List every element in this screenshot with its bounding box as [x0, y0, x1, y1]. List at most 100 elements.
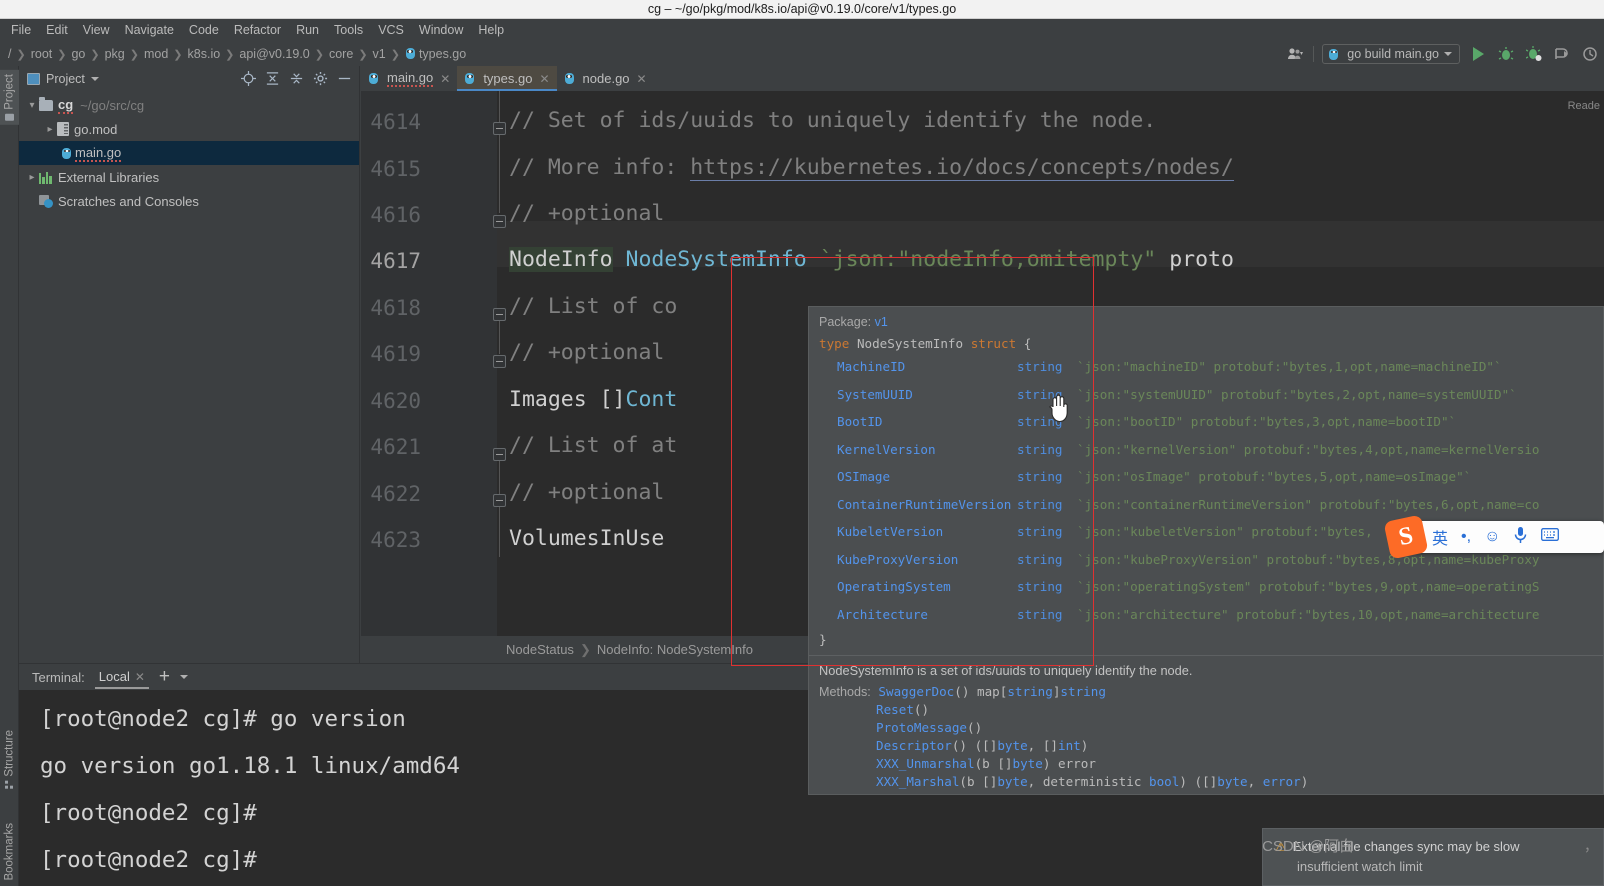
ime-voice-icon[interactable]: [1513, 526, 1528, 549]
breadcrumb-item-core[interactable]: core: [325, 46, 357, 62]
menu-file[interactable]: File: [4, 20, 38, 41]
doc-field-name: ContainerRuntimeVersion: [837, 496, 1012, 512]
run-coverage-icon[interactable]: [1524, 44, 1544, 64]
expand-all-icon[interactable]: [263, 70, 281, 88]
chevron-down-icon[interactable]: ▾: [25, 100, 39, 111]
run-config-label: go build main.go: [1347, 47, 1439, 61]
run-configuration-selector[interactable]: go build main.go: [1322, 44, 1460, 64]
close-icon[interactable]: ✕: [637, 72, 647, 86]
updates-icon[interactable]: [1580, 44, 1600, 64]
menu-window[interactable]: Window: [412, 20, 470, 41]
tool-tab-structure[interactable]: Structure: [0, 730, 19, 789]
editor-gutter[interactable]: 4614 4615 4616 4617 4618 4619 4620 4621 …: [361, 91, 506, 636]
close-icon[interactable]: ✕: [135, 670, 145, 684]
chevron-down-icon[interactable]: [180, 675, 188, 679]
ime-logo-label: S: [1396, 521, 1416, 552]
doc-signature-struct: struct: [970, 336, 1017, 351]
code-line-4615: // More info: https://kubernetes.io/docs…: [509, 155, 1234, 181]
doc-field-tag: `json:"kubeletVersion" protobuf:"bytes,: [1077, 524, 1373, 539]
doc-package-line: Package: v1: [809, 307, 1603, 333]
doc-description: NodeSystemInfo is a set of ids/uuids to …: [819, 663, 1193, 678]
doc-method-row: XXX_Unmarshal(b []byte) error: [819, 755, 1603, 773]
tab-types-go[interactable]: types.go ✕: [457, 66, 557, 91]
breadcrumb-root[interactable]: /: [4, 46, 15, 62]
code-tag-rest: :"nodeInfo,omitempty": [884, 247, 1157, 272]
doc-method-name[interactable]: XXX_Marshal: [876, 774, 959, 789]
code-line-4623: VolumesInUse: [509, 526, 665, 551]
user-avatar-icon[interactable]: [1285, 44, 1305, 64]
tree-node-go-mod[interactable]: ▸ go.mod: [19, 117, 359, 141]
ime-toolbar[interactable]: S 英 •, ☺: [1383, 514, 1604, 560]
menu-run[interactable]: Run: [289, 20, 326, 41]
tool-tab-project[interactable]: Project: [0, 70, 19, 125]
ime-keyboard-icon[interactable]: [1541, 528, 1560, 546]
chevron-right-icon[interactable]: ▸: [43, 124, 57, 135]
breadcrumb-item-v1[interactable]: v1: [369, 46, 390, 62]
doc-method-sig: (b []byte) error: [974, 756, 1096, 771]
chevron-right-icon: ❯: [358, 48, 368, 61]
doc-method-row: ProtoMessage(): [819, 719, 1603, 737]
menu-help[interactable]: Help: [471, 20, 511, 41]
tab-main-go[interactable]: main.go ✕: [361, 66, 457, 91]
code-line-4617: NodeInfo NodeSystemInfo `json:"nodeInfo,…: [509, 247, 1234, 272]
chevron-right-icon: ❯: [314, 48, 324, 61]
doc-method-name[interactable]: Reset: [876, 702, 914, 717]
terminal-tab-label: Local: [98, 668, 130, 684]
doc-package-name[interactable]: v1: [875, 315, 888, 329]
breadcrumb-item-go[interactable]: go: [67, 46, 89, 62]
tool-tab-bookmarks[interactable]: Bookmarks: [0, 823, 19, 881]
menu-edit[interactable]: Edit: [39, 20, 75, 41]
breadcrumb-item-k8sio[interactable]: k8s.io: [184, 46, 225, 62]
menu-view[interactable]: View: [76, 20, 117, 41]
breadcrumb-item-mod[interactable]: mod: [140, 46, 172, 62]
line-number: 4616: [370, 203, 421, 227]
chevron-right-icon[interactable]: ▸: [25, 172, 39, 183]
toolbar-divider: [1313, 46, 1315, 62]
menu-navigate[interactable]: Navigate: [118, 20, 181, 41]
close-icon[interactable]: ✕: [539, 72, 549, 86]
go-file-icon: [61, 147, 72, 160]
tool-tab-bookmarks-label: Bookmarks: [3, 823, 16, 881]
doc-field-row: BootID string `json:"bootID" protobuf:"byt…: [809, 408, 1603, 436]
ime-punctuation-icon[interactable]: •,: [1461, 528, 1471, 546]
editor-breadcrumb-nodeinfo[interactable]: NodeInfo: NodeSystemInfo: [597, 642, 753, 657]
watermark-comma: ，: [1584, 838, 1598, 854]
locate-icon[interactable]: [239, 70, 257, 88]
doc-method-name[interactable]: XXX_Unmarshal: [876, 756, 975, 771]
menu-tools[interactable]: Tools: [327, 20, 370, 41]
tree-node-scratches[interactable]: Scratches and Consoles: [19, 189, 359, 213]
ime-emoji-icon[interactable]: ☺: [1484, 528, 1500, 546]
doc-method-name[interactable]: Descriptor: [876, 738, 952, 753]
debug-icon[interactable]: [1496, 44, 1516, 64]
collapse-all-icon[interactable]: [287, 70, 305, 88]
stop-icon[interactable]: [1552, 44, 1572, 64]
tree-node-cg[interactable]: ▾ cg ~/go/src/cg: [19, 93, 359, 117]
menu-vcs[interactable]: VCS: [371, 20, 411, 41]
tree-node-external-libraries[interactable]: ▸ External Libraries: [19, 165, 359, 189]
breadcrumb-item-root[interactable]: root: [27, 46, 57, 62]
menu-refactor[interactable]: Refactor: [227, 20, 288, 41]
tree-node-main-go[interactable]: main.go: [19, 141, 359, 165]
add-terminal-button[interactable]: +: [159, 667, 170, 686]
breadcrumb-item-file[interactable]: types.go: [401, 46, 470, 62]
breadcrumb-item-api[interactable]: api@v0.19.0: [235, 46, 313, 62]
doc-method-name[interactable]: ProtoMessage: [876, 720, 967, 735]
code-link[interactable]: https://kubernetes.io/docs/concepts/node…: [690, 155, 1234, 181]
run-icon[interactable]: [1468, 44, 1488, 64]
tab-node-go[interactable]: node.go ✕: [557, 66, 654, 91]
close-icon[interactable]: ✕: [440, 72, 450, 86]
folder-icon: [5, 113, 14, 121]
sogou-logo-icon[interactable]: S: [1383, 514, 1429, 560]
editor-breadcrumb-nodestatus[interactable]: NodeStatus: [506, 642, 574, 657]
menu-code[interactable]: Code: [182, 20, 226, 41]
chevron-right-icon: ❯: [173, 48, 183, 61]
menubar[interactable]: File Edit View Navigate Code Refactor Ru…: [0, 19, 1604, 42]
ime-language-toggle[interactable]: 英: [1432, 525, 1448, 549]
settings-gear-icon[interactable]: [311, 70, 329, 88]
terminal-tab-local[interactable]: Local ✕: [94, 666, 150, 689]
chevron-down-icon[interactable]: [90, 76, 99, 81]
breadcrumb[interactable]: / ❯ root ❯ go ❯ pkg ❯ mod ❯ k8s.io ❯ api@v0.19…: [4, 46, 470, 62]
doc-method-name[interactable]: SwaggerDoc: [878, 684, 954, 699]
breadcrumb-item-pkg[interactable]: pkg: [101, 46, 129, 62]
hide-icon[interactable]: [335, 70, 353, 88]
